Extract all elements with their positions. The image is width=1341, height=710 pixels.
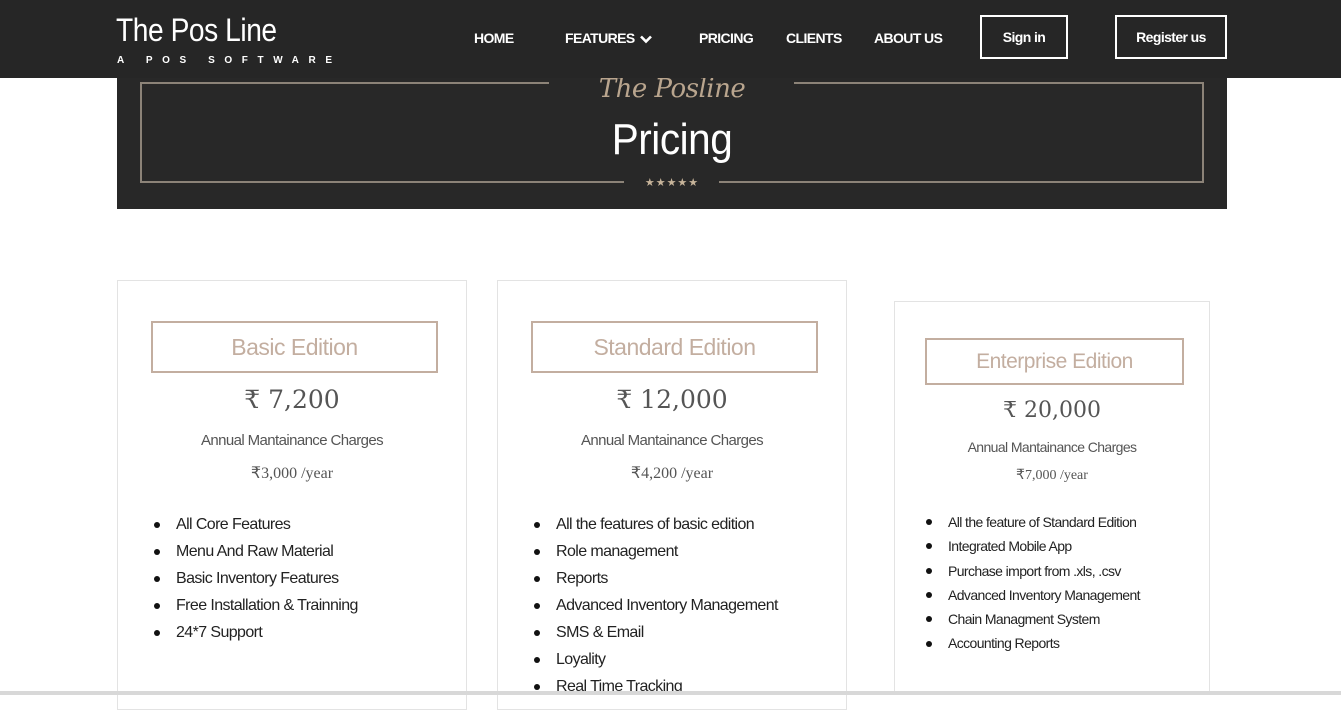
basic-edition-button[interactable]: Basic Edition <box>151 321 438 373</box>
pricing-hero-banner: The Posline Pricing ★★★★★ <box>117 60 1227 209</box>
list-item: Advanced Inventory Management <box>534 592 778 619</box>
page-title: Pricing <box>611 115 733 164</box>
standard-edition-button[interactable]: Standard Edition <box>531 321 818 373</box>
standard-amc-value: ₹4,200 /year <box>630 465 714 482</box>
list-item: Reports <box>534 565 778 592</box>
nav-features-label: FEATURES <box>565 30 635 46</box>
list-item: Role management <box>534 538 778 565</box>
sign-in-button[interactable]: Sign in <box>980 15 1068 59</box>
list-item: Basic Inventory Features <box>154 565 358 592</box>
page-bottom-divider <box>0 691 1341 695</box>
list-item: 24*7 Support <box>154 619 358 646</box>
enterprise-edition-button[interactable]: Enterprise Edition <box>925 338 1184 385</box>
basic-amc-label: Annual Mantainance Charges <box>200 432 384 449</box>
pricing-card-standard: Standard Edition ₹ 12,000 Annual Mantain… <box>497 280 847 710</box>
pricing-card-basic: Basic Edition ₹ 7,200 Annual Mantainance… <box>117 280 467 710</box>
list-item: Loyality <box>534 646 778 673</box>
pricing-card-enterprise: Enterprise Edition ₹ 20,000 Annual Manta… <box>894 301 1210 693</box>
standard-feature-list: All the features of basic edition Role m… <box>534 511 778 700</box>
list-item: Free Installation & Trainning <box>154 592 358 619</box>
list-item: SMS & Email <box>534 619 778 646</box>
nav-features[interactable]: FEATURES <box>565 30 652 47</box>
enterprise-feature-list: All the feature of Standard Edition Inte… <box>926 510 1141 656</box>
list-item: Integrated Mobile App <box>926 534 1140 558</box>
chevron-down-icon <box>639 31 652 47</box>
basic-price: ₹ 7,200 <box>244 385 340 414</box>
brand-title[interactable]: The Pos Line <box>116 12 277 49</box>
nav-pricing[interactable]: PRICING <box>699 30 754 46</box>
basic-amc-value: ₹3,000 /year <box>250 465 334 482</box>
hero-script-title: The Posline <box>598 74 746 104</box>
enterprise-amc-value: ₹7,000 /year <box>1016 468 1088 483</box>
list-item: Purchase import from .xls, .csv <box>926 559 1140 583</box>
list-item: Menu And Raw Material <box>154 538 358 565</box>
star-rating-icon: ★★★★★ <box>644 177 700 189</box>
list-item: Real Time Tracking <box>534 673 778 700</box>
nav-clients[interactable]: CLIENTS <box>786 30 842 46</box>
nav-about-us[interactable]: ABOUT US <box>874 30 943 46</box>
basic-feature-list: All Core Features Menu And Raw Material … <box>154 511 358 646</box>
register-button[interactable]: Register us <box>1115 15 1227 59</box>
list-item: Advanced Inventory Management <box>926 583 1141 607</box>
standard-price: ₹ 12,000 <box>616 385 728 414</box>
enterprise-amc-label: Annual Mantainance Charges <box>967 439 1137 455</box>
list-item: Accounting Reports <box>926 631 1140 655</box>
nav-home[interactable]: HOME <box>474 30 514 46</box>
top-navbar: The Pos Line A POS SOFTWARE HOME FEATURE… <box>0 0 1341 78</box>
list-item: All the features of basic edition <box>534 511 778 538</box>
brand-tagline: A POS SOFTWARE <box>117 55 342 66</box>
standard-amc-label: Annual Mantainance Charges <box>580 432 764 449</box>
list-item: All the feature of Standard Edition <box>926 510 1140 534</box>
enterprise-price: ₹ 20,000 <box>1003 398 1101 423</box>
list-item: All Core Features <box>154 511 358 538</box>
list-item: Chain Managment System <box>926 607 1140 631</box>
